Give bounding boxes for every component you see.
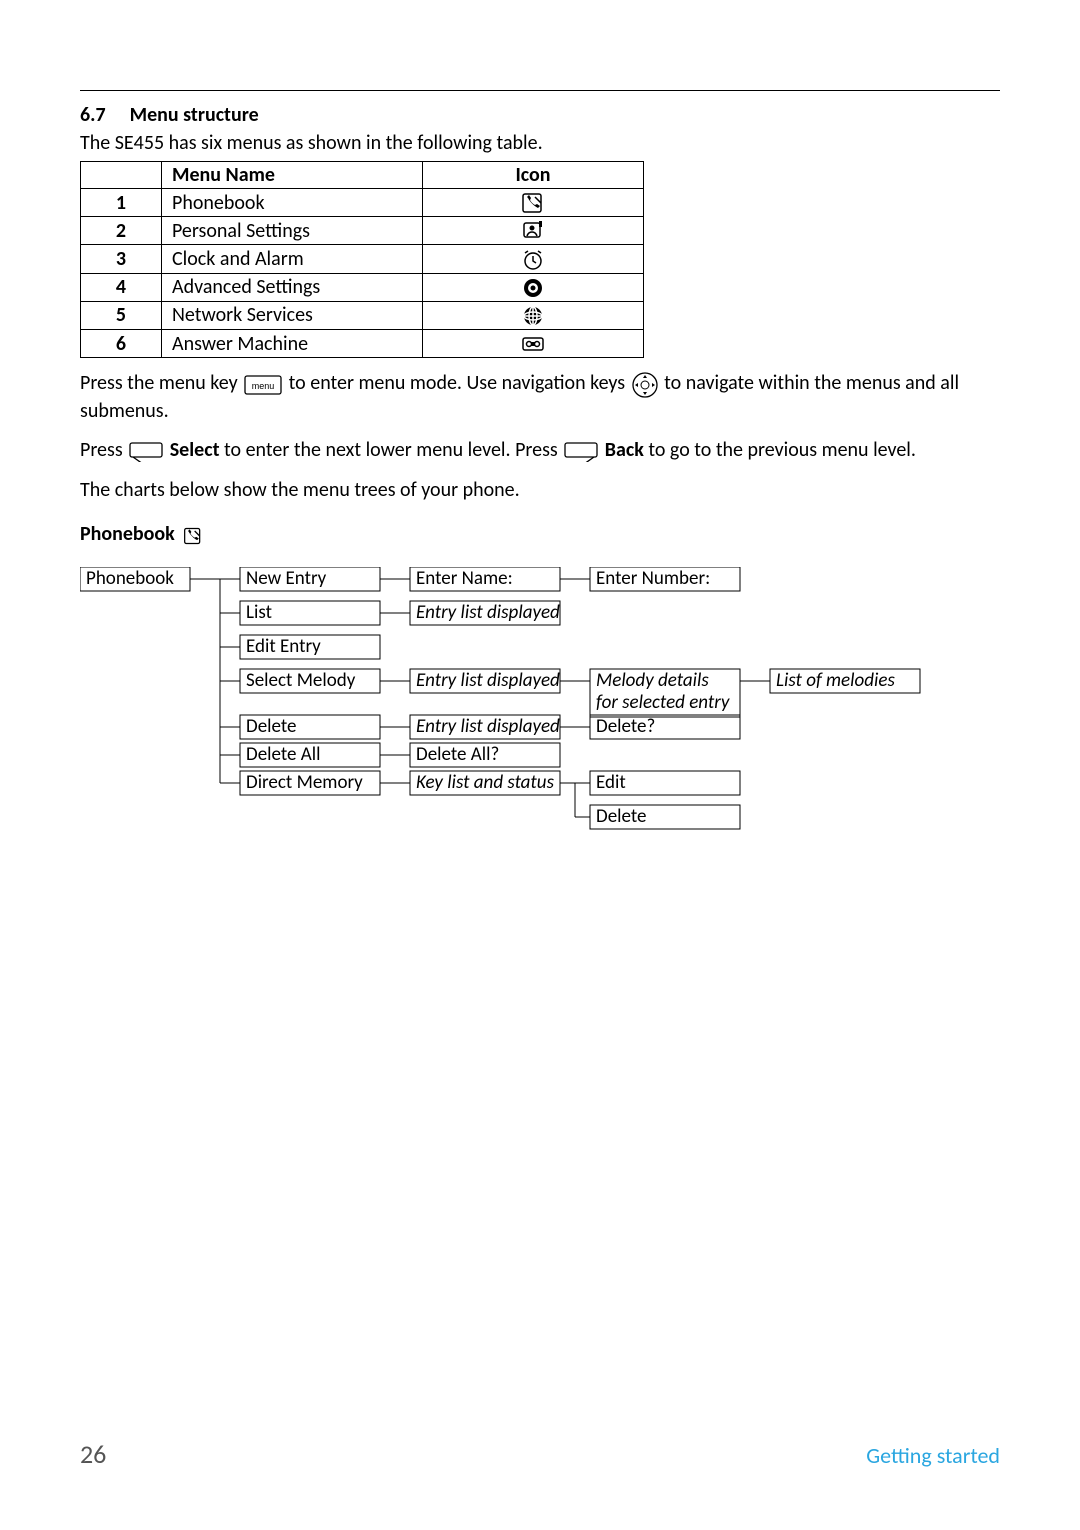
table-row: 1 Phonebook <box>81 189 644 217</box>
svg-text:for selected entry: for selected entry <box>596 691 730 714</box>
table-row: 2 Personal Settings <box>81 217 644 245</box>
row-name: Network Services <box>162 301 423 329</box>
paragraph-3: The charts below show the menu trees of … <box>80 477 1000 504</box>
back-label: Back <box>605 438 644 462</box>
svg-text:List of melodies: List of melodies <box>776 669 895 692</box>
svg-text:Select Melody: Select Melody <box>246 669 356 692</box>
row-number: 6 <box>81 330 162 358</box>
select-label: Select <box>170 438 220 462</box>
row-number: 2 <box>81 217 162 245</box>
section-heading: 6.7 Menu structure <box>80 103 1000 127</box>
page: 6.7 Menu structure The SE455 has six menu… <box>0 0 1080 1530</box>
table-row: 4 Advanced Settings <box>81 273 644 301</box>
svg-text:Entry list displayed: Entry list displayed <box>416 669 560 692</box>
table-row: 3 Clock and Alarm <box>81 245 644 273</box>
svg-text:Delete All: Delete All <box>246 743 320 766</box>
svg-text:Entry list displayed: Entry list displayed <box>416 601 560 624</box>
svg-text:Edit: Edit <box>596 771 626 794</box>
phonebook-icon <box>181 523 205 547</box>
section-number: 6.7 <box>80 103 106 127</box>
footer-section: Getting started <box>866 1442 1000 1469</box>
row-name: Advanced Settings <box>162 273 423 301</box>
clock-alarm-icon <box>423 245 644 273</box>
section-title: Menu structure <box>130 103 259 127</box>
table-header-blank <box>81 162 162 189</box>
svg-text:Edit Entry: Edit Entry <box>246 635 321 658</box>
table-header-name: Menu Name <box>162 162 423 189</box>
menu-table: Menu Name Icon 1 Phonebook 2 Personal Se… <box>80 161 644 358</box>
answer-machine-icon <box>423 330 644 358</box>
svg-text:Enter Number:: Enter Number: <box>596 567 710 590</box>
row-number: 1 <box>81 189 162 217</box>
svg-text:Delete: Delete <box>246 715 296 738</box>
top-rule <box>80 90 1000 91</box>
personal-settings-icon <box>423 217 644 245</box>
page-number: 26 <box>80 1438 106 1470</box>
navigation-key-icon <box>632 371 658 398</box>
svg-text:Direct Memory: Direct Memory <box>246 771 363 794</box>
intro-text: The SE455 has six menus as shown in the … <box>80 131 1000 155</box>
row-name: Clock and Alarm <box>162 245 423 273</box>
advanced-settings-icon <box>423 273 644 301</box>
paragraph-1: Press the menu key menu to enter menu mo… <box>80 370 1000 425</box>
svg-text:menu: menu <box>252 381 275 391</box>
svg-text:Key list and status: Key list and status <box>416 771 555 794</box>
svg-text:Delete?: Delete? <box>596 715 655 738</box>
svg-text:Enter Name:: Enter Name: <box>416 567 513 590</box>
table-row: 5 Network Services <box>81 301 644 329</box>
select-softkey-icon <box>129 438 163 465</box>
row-name: Phonebook <box>162 189 423 217</box>
back-softkey-icon <box>564 438 598 465</box>
svg-text:Delete All?: Delete All? <box>416 743 499 766</box>
row-number: 5 <box>81 301 162 329</box>
network-services-icon <box>423 301 644 329</box>
menu-key-icon: menu <box>244 371 282 398</box>
paragraph-2: Press Select to enter the next lower men… <box>80 437 1000 465</box>
row-number: 3 <box>81 245 162 273</box>
row-name: Answer Machine <box>162 330 423 358</box>
svg-text:Delete: Delete <box>596 805 646 828</box>
phonebook-icon <box>423 189 644 217</box>
row-name: Personal Settings <box>162 217 423 245</box>
svg-text:Entry list displayed: Entry list displayed <box>416 715 560 738</box>
svg-text:Melody details: Melody details <box>596 669 709 692</box>
tree-root: Phonebook <box>86 567 174 590</box>
row-number: 4 <box>81 273 162 301</box>
table-row: 6 Answer Machine <box>81 330 644 358</box>
phonebook-tree: Phonebook New Entry Enter Name: Enter Nu… <box>80 567 1000 853</box>
table-header-icon: Icon <box>423 162 644 189</box>
svg-text:New Entry: New Entry <box>246 567 327 590</box>
phonebook-heading: Phonebook <box>80 522 1000 547</box>
page-footer: 26 Getting started <box>80 1438 1000 1470</box>
svg-text:List: List <box>246 601 273 624</box>
